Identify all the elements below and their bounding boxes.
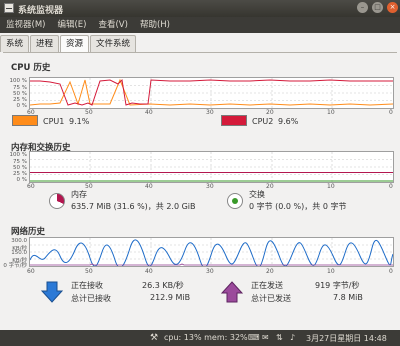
upload-arrow-icon[interactable] [221, 281, 243, 303]
cpu-x-tick: 0 [389, 109, 393, 116]
mem-x-tick: 60 [27, 183, 35, 190]
mem-x-tick: 20 [266, 183, 274, 190]
tab-system[interactable]: 系统 [0, 35, 30, 52]
cpu2-line [30, 78, 393, 106]
cpu-x-tick: 50 [85, 109, 93, 116]
net-x-tick: 60 [27, 268, 35, 275]
cpu1-color-button[interactable] [12, 115, 38, 126]
cpu-x-tick: 20 [266, 109, 274, 116]
menu-view[interactable]: 查看(V) [92, 17, 133, 33]
network-history-title: 网络历史 [11, 227, 46, 237]
network-receive-line [29, 239, 394, 269]
volume-icon[interactable]: ♪ [290, 333, 295, 342]
swap-value: 0 字节 (0.0 %)，共 0 字节 [249, 202, 347, 211]
mem-graph-svg [30, 152, 393, 182]
net-y-tick: 0 字节/秒 [3, 263, 27, 269]
receiving-label: 正在接收 [71, 281, 103, 290]
swap-pie-icon[interactable] [227, 193, 243, 209]
clock[interactable]: 3月27日星期日 14:48 [306, 333, 387, 344]
menu-edit[interactable]: 编辑(E) [51, 17, 92, 33]
system-monitor-icon [4, 3, 14, 13]
mem-x-tick: 30 [206, 183, 214, 190]
mem-x-tick: 40 [145, 183, 153, 190]
network-history-graph [29, 237, 394, 269]
title-bar[interactable]: 系统监视器 – □ × [0, 0, 400, 17]
cpu2-label: CPU2 [252, 117, 274, 126]
tab-resources[interactable]: 资源 [60, 35, 90, 53]
tab-processes[interactable]: 进程 [30, 35, 60, 52]
resources-panel: CPU 历史 100 % 75 % 50 % 25 % 0 % 60 50 40… [3, 52, 397, 332]
net-graph-svg [29, 238, 394, 269]
net-x-tick: 10 [327, 268, 335, 275]
tab-bar: 系统 进程 资源 文件系统 [0, 35, 137, 53]
net-x-tick: 20 [266, 268, 274, 275]
cpu1-label: CPU1 [43, 117, 65, 126]
cpu-x-tick: 10 [327, 109, 335, 116]
total-received-label: 总计已接收 [71, 294, 111, 303]
download-arrow-icon[interactable] [41, 281, 63, 303]
cpu-history-title: CPU 历史 [11, 63, 51, 73]
tools-icon[interactable]: ⚒ [150, 333, 158, 343]
mem-y-tick: 0 % [16, 177, 27, 183]
cpu-history-graph [29, 77, 394, 109]
cpu2-value: 9.6% [278, 117, 299, 126]
cpu1-value: 9.1% [69, 117, 90, 126]
total-sent-label: 总计已发送 [251, 294, 291, 303]
mem-x-tick: 10 [327, 183, 335, 190]
total-received-value: 212.9 MiB [150, 293, 191, 302]
menu-help[interactable]: 帮助(H) [134, 17, 176, 33]
system-load-indicator[interactable]: cpu: 13% mem: 32% [164, 333, 248, 342]
net-x-tick: 40 [145, 268, 153, 275]
top-panel-bar: ⚒ cpu: 13% mem: 32% ⌨ ✉ ⇅ ♪ 3月27日星期日 14:… [0, 330, 400, 346]
memory-pie-icon[interactable] [49, 193, 65, 209]
mem-x-tick: 0 [389, 183, 393, 190]
window-title: 系统监视器 [18, 6, 64, 16]
memory-value: 635.7 MiB (31.6 %)，共 2.0 GiB [71, 202, 196, 211]
cpu2-color-button[interactable] [221, 115, 247, 126]
minimize-button[interactable]: – [357, 2, 368, 13]
net-x-tick: 50 [85, 268, 93, 275]
swap-label: 交换 [249, 190, 265, 199]
mem-y-tick: 100 % [9, 152, 27, 158]
cpu-y-tick: 0 % [16, 103, 27, 109]
receiving-value: 26.3 KB/秒 [142, 281, 184, 290]
total-sent-value: 7.8 MiB [333, 293, 363, 302]
network-icon[interactable]: ⇅ [276, 333, 283, 342]
sending-label: 正在发送 [251, 281, 283, 290]
maximize-button[interactable]: □ [372, 2, 383, 13]
cpu-graph-svg [29, 78, 394, 108]
keyboard-icon[interactable]: ⌨ [248, 333, 260, 342]
cpu-y-tick: 100 % [9, 78, 27, 84]
window-buttons: – □ × [357, 2, 398, 13]
net-x-tick: 0 [389, 268, 393, 275]
cpu1-line [29, 78, 394, 106]
memory-history-graph [29, 151, 394, 183]
mail-icon[interactable]: ✉ [262, 333, 269, 342]
cpu-x-tick: 30 [206, 109, 214, 116]
net-x-tick: 30 [206, 268, 214, 275]
memory-label: 内存 [71, 190, 87, 199]
cpu-x-tick: 40 [145, 109, 153, 116]
tab-filesystems[interactable]: 文件系统 [90, 35, 137, 52]
sending-value: 919 字节/秒 [315, 281, 360, 290]
menu-monitor[interactable]: 监视器(M) [0, 17, 51, 33]
system-monitor-window: 系统监视器 – □ × 监视器(M) 编辑(E) 查看(V) 帮助(H) 系统 … [0, 0, 400, 346]
close-button[interactable]: × [387, 2, 398, 13]
menu-bar: 监视器(M) 编辑(E) 查看(V) 帮助(H) [0, 17, 400, 33]
